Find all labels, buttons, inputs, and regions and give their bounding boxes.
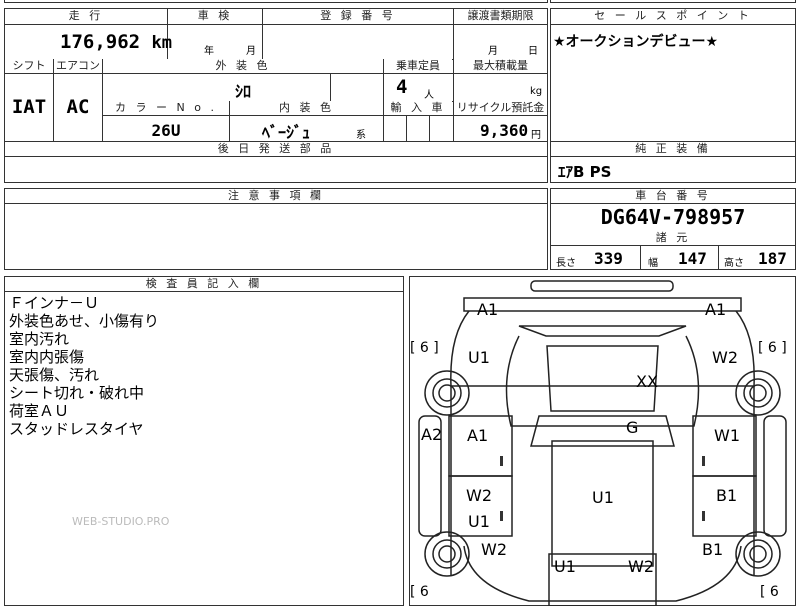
capacity-unit: 人	[424, 90, 434, 101]
top-strip	[4, 0, 548, 3]
registration-label: 登 録 番 号	[263, 9, 453, 23]
import-label: 輸 入 車	[384, 101, 452, 115]
recycle-label: リサイクル預託金	[454, 101, 547, 115]
shift-label: シフト	[5, 59, 53, 73]
damage-roof: XX	[636, 372, 658, 391]
exterior-color-label: 外 装 色	[103, 59, 383, 73]
tire-right-rear: [ 6	[760, 584, 779, 600]
width-value: 147	[678, 249, 707, 268]
chassis-label: 車 台 番 号	[551, 189, 795, 203]
mileage-unit: km	[151, 33, 173, 53]
notes-label: 注 意 事 項 欄	[5, 189, 547, 203]
watermark: WEB-STUDIO.PRO	[72, 515, 170, 528]
inspector-note: 外装色あせ、小傷有り	[9, 312, 160, 330]
tire-left-rear: [ 6	[410, 584, 429, 600]
length-label: 長さ	[556, 258, 576, 269]
inspector-notes-list: Ｆインナ－Ｕ 外装色あせ、小傷有り 室内汚れ 室内内張傷 天張傷、汚れ シート切…	[9, 294, 389, 438]
specs-label: 諸 元	[551, 231, 795, 245]
damage-front-left: A1	[477, 300, 499, 319]
damage-rear-door-left-2: U1	[468, 512, 490, 531]
interior-color-value: ﾍﾞｰｼﾞｭ	[262, 123, 311, 142]
mileage-value: 176,962	[60, 31, 141, 53]
exterior-color-value: ｼﾛ	[234, 82, 251, 101]
inspector-note: スタッドレスタイヤ	[9, 420, 144, 438]
inspector-note: Ｆインナ－Ｕ	[9, 294, 100, 312]
interior-color-suffix: 系	[356, 130, 366, 141]
inspection-label: 車 検	[168, 9, 262, 23]
damage-door-left-side: A2	[421, 425, 443, 444]
recycle-fee-value: 9,360	[480, 121, 529, 140]
sales-point-label: セ ー ル ス ポ イ ン ト	[551, 9, 795, 23]
inspection-month-unit: 月	[246, 46, 256, 57]
mileage-label: 走 行	[5, 9, 167, 23]
inspector-note: 室内内張傷	[9, 348, 85, 366]
damage-fender-left: U1	[468, 348, 490, 367]
damage-rear-quarter-left: W2	[481, 540, 507, 559]
later-parts-label: 後 日 発 送 部 品	[5, 142, 547, 156]
max-load-unit: kg	[530, 86, 543, 97]
max-load-label: 最大積載量	[454, 59, 547, 73]
damage-windshield: G	[626, 418, 639, 437]
recycle-fee-unit: 円	[531, 130, 541, 141]
shift-value: IAT	[11, 96, 47, 118]
damage-front-door-right: W1	[714, 426, 740, 445]
aircon-value: AC	[66, 96, 90, 118]
damage-cargo-floor: U1	[592, 488, 614, 507]
damage-front-right: A1	[705, 300, 727, 319]
damage-rear-bumper-left: U1	[554, 557, 576, 576]
transfer-deadline-label: 譲渡書類期限	[454, 9, 547, 23]
damage-rear-quarter-right: B1	[702, 540, 724, 559]
damage-front-door-left: A1	[467, 426, 489, 445]
standard-equipment-value: ｴｱB PS	[558, 163, 612, 181]
sales-point-value: ★オークションデビュー★	[553, 34, 719, 50]
color-no-value: 26U	[151, 121, 181, 140]
inspector-note: 天張傷、汚れ	[9, 366, 100, 384]
color-no-label: カ ラ ー N o .	[103, 101, 229, 115]
inspection-year-unit: 年	[204, 46, 214, 57]
chassis-number: DG64V-798957	[600, 205, 746, 229]
top-strip-right	[550, 0, 796, 3]
tire-left-front: [ 6 ]	[410, 340, 439, 356]
capacity-label: 乗車定員	[384, 59, 452, 73]
transfer-day-unit: 日	[528, 46, 538, 57]
damage-rear-door-right: B1	[716, 486, 738, 505]
inspector-note: シート切れ・破れ中	[9, 384, 145, 402]
damage-rear-door-left: W2	[466, 486, 492, 505]
damage-fender-right: W2	[712, 348, 738, 367]
tire-right-front: [ 6 ]	[758, 340, 787, 356]
height-value: 187	[758, 249, 787, 268]
aircon-label: エアコン	[54, 59, 102, 73]
interior-color-label: 内 装 色	[230, 101, 383, 115]
height-label: 高さ	[724, 258, 744, 269]
damage-rear-bumper-right: W2	[628, 557, 654, 576]
transfer-month-unit: 月	[488, 46, 498, 57]
inspector-label: 検 査 員 記 入 欄	[5, 277, 403, 291]
standard-equipment-label: 純 正 装 備	[551, 142, 795, 156]
inspector-note: 荷室ＡＵ	[9, 402, 70, 420]
capacity-value: 4	[396, 76, 408, 98]
length-value: 339	[594, 249, 623, 268]
width-label: 幅	[648, 258, 658, 269]
inspector-note: 室内汚れ	[9, 330, 70, 348]
